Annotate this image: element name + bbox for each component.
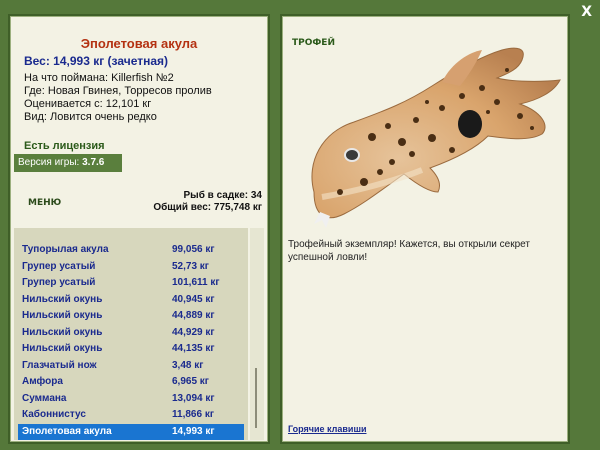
- fish-name-cell: Кабоннистус: [22, 409, 86, 420]
- shark-image: [311, 47, 561, 228]
- catch-list-scrollbar[interactable]: [250, 228, 264, 440]
- bait-info: На что поймана: Killerfish №2: [24, 72, 174, 84]
- fish-weight-cell: 40,945 кг: [172, 293, 215, 305]
- list-item[interactable]: Суммана 13,094 кг: [18, 391, 244, 407]
- list-item[interactable]: Нильский окунь 44,929 кг: [18, 325, 244, 341]
- menu-button[interactable]: МЕНЮ: [28, 198, 61, 208]
- hotkeys-link[interactable]: Горячие клавиши: [288, 424, 366, 434]
- fish-name-cell: Эполетовая акула: [22, 425, 112, 437]
- list-item[interactable]: Тупорылая акула 99,056 кг: [18, 242, 244, 258]
- catch-info-panel: Эполетовая акула Вес: 14,993 кг (зачетна…: [8, 14, 270, 444]
- fish-name-cell: Нильский окунь: [22, 326, 103, 338]
- fish-name-cell: Нильский окунь: [22, 293, 103, 305]
- list-item[interactable]: Нильский окунь 44,889 кг: [18, 308, 244, 324]
- keepnet-stats: Рыб в садке: 34 Общий вес: 775,748 кг: [153, 190, 262, 214]
- fish-name-cell: Нильский окунь: [22, 343, 103, 354]
- trophy-panel: ТРОФЕЙ Трофейный экземпляр! Кажется, вы …: [280, 14, 570, 444]
- close-icon[interactable]: X: [581, 4, 592, 20]
- list-item[interactable]: Эполетовая акула 14,993 кг: [18, 423, 244, 440]
- location-info: Где: Новая Гвинея, Торресов пролив: [24, 85, 212, 97]
- fish-name-cell: Суммана: [22, 392, 67, 404]
- list-item[interactable]: Амфора 6,965 кг: [18, 374, 244, 390]
- fish-name-cell: Тупорылая акула: [22, 244, 109, 255]
- fish-name-cell: Нильский окунь: [22, 310, 103, 321]
- fish-weight-cell: 44,135 кг: [172, 343, 215, 354]
- list-item[interactable]: Групер усатый 101,611 кг: [18, 275, 244, 291]
- trophy-title: ТРОФЕЙ: [292, 38, 335, 48]
- fish-weight-cell: 52,73 кг: [172, 260, 209, 272]
- rarity-info: Вид: Ловится очень редко: [24, 111, 157, 123]
- fish-name-cell: Амфора: [22, 376, 63, 387]
- fish-count: Рыб в садке: 34: [183, 190, 262, 201]
- fish-weight-cell: 13,094 кг: [172, 392, 215, 404]
- fish-weight-cell: 14,993 кг: [172, 425, 215, 437]
- list-item[interactable]: Групер усатый 52,73 кг: [18, 259, 244, 275]
- catch-list[interactable]: Тупорылая акула 99,056 кг Групер усатый 52,…: [14, 228, 248, 440]
- fish-weight-cell: 11,866 кг: [172, 409, 214, 420]
- list-item[interactable]: Кабоннистус 11,866 кг: [18, 407, 244, 423]
- fish-weight-cell: 3,48 кг: [172, 359, 204, 371]
- fish-weight-cell: 99,056 кг: [172, 244, 215, 255]
- fish-weight: Вес: 14,993 кг (зачетная): [24, 54, 169, 68]
- fish-weight-cell: 44,929 кг: [172, 326, 215, 338]
- fish-name-cell: Групер усатый: [22, 277, 96, 288]
- version-value: 3.7.6: [82, 157, 105, 168]
- fish-name-cell: Групер усатый: [22, 260, 96, 272]
- list-item[interactable]: Нильский окунь 40,945 кг: [18, 292, 244, 308]
- fish-name: Эполетовая акула: [80, 36, 198, 51]
- list-item[interactable]: Глазчатый нож 3,48 кг: [18, 358, 244, 374]
- list-item[interactable]: Нильский окунь 44,135 кг: [18, 341, 244, 357]
- license-status: Есть лицензия: [24, 140, 105, 152]
- scrollbar-thumb[interactable]: [255, 368, 257, 428]
- version-label: Версия игры:: [18, 157, 80, 168]
- fish-weight-cell: 101,611 кг: [172, 277, 220, 288]
- game-window: X Эполетовая акула Вес: 14,993 кг (зачет…: [0, 0, 600, 450]
- trophy-message: Трофейный экземпляр! Кажется, вы открыли…: [288, 239, 530, 263]
- fish-weight-cell: 6,965 кг: [172, 376, 209, 387]
- total-weight: Общий вес: 775,748 кг: [153, 202, 262, 213]
- fish-name-cell: Глазчатый нож: [22, 359, 97, 371]
- fish-weight-cell: 44,889 кг: [172, 310, 215, 321]
- value-info: Оценивается с: 12,101 кг: [24, 98, 152, 110]
- version-badge: Версия игры: 3.7.6: [14, 154, 122, 172]
